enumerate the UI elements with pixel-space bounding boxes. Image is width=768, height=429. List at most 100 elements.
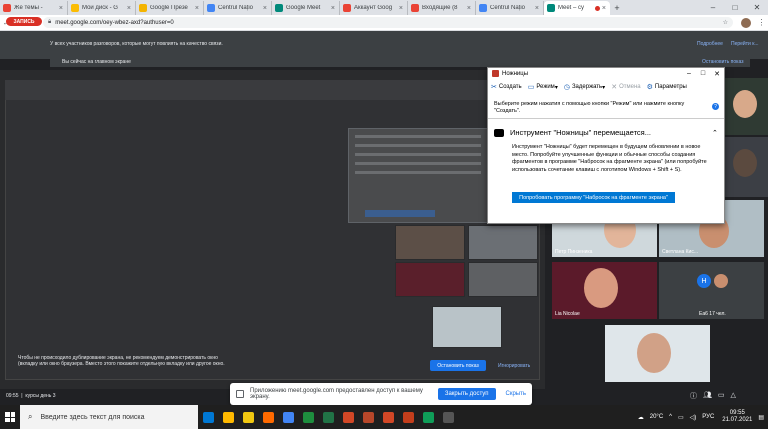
app-icon xyxy=(222,411,234,423)
snip-notice-heading: Инструмент "Ножницы" перемещается... xyxy=(494,128,651,137)
help-icon[interactable]: ? xyxy=(712,103,719,110)
notifications-icon[interactable]: ▤ xyxy=(758,414,764,421)
taskbar-app-icon[interactable] xyxy=(318,405,338,429)
close-tab-icon[interactable]: × xyxy=(331,5,335,12)
try-snip-sketch-button[interactable]: Попробовать программу "Набросок на фрагм… xyxy=(512,192,675,203)
browser-tab[interactable]: Же темы - × xyxy=(0,1,68,15)
new-tab-button[interactable]: + xyxy=(610,1,624,15)
close-window-icon[interactable]: ✕ xyxy=(710,70,724,78)
participant-avatar-photo xyxy=(714,274,728,288)
close-tab-icon[interactable]: × xyxy=(127,5,131,12)
browser-tab[interactable]: Входящие (8 × xyxy=(408,1,476,15)
toolbar-label: Параметры xyxy=(654,84,687,90)
weather-icon[interactable]: ☁ xyxy=(638,414,644,421)
activities-icon[interactable]: △ xyxy=(731,391,736,401)
browser-tab[interactable]: Аккаунт Goog × xyxy=(340,1,408,15)
taskbar-app-icon[interactable] xyxy=(398,405,418,429)
app-icon xyxy=(362,411,374,423)
slides-favicon-icon xyxy=(139,4,147,12)
app-icon xyxy=(202,411,214,423)
browser-tab[interactable]: Google Презе × xyxy=(136,1,204,15)
cancel-button[interactable]: ✕ Отмена xyxy=(611,83,640,91)
presenting-banner xyxy=(50,57,750,67)
snip-heading-text: Инструмент "Ножницы" перемещается... xyxy=(510,128,651,137)
banner-link-go[interactable]: Перейти к... xyxy=(731,41,759,47)
screen-share-notice: Приложению meet.google.com предоставлен … xyxy=(230,383,532,405)
tray-chevron-icon[interactable]: ^ xyxy=(669,414,672,420)
app-icon xyxy=(242,411,254,423)
mirror-line xyxy=(355,135,481,138)
close-tab-icon[interactable]: × xyxy=(195,5,199,12)
close-tab-icon[interactable]: × xyxy=(467,5,471,12)
close-tab-icon[interactable]: × xyxy=(399,5,403,12)
volume-icon[interactable]: ◁) xyxy=(690,414,697,421)
chat-icon[interactable]: ▭ xyxy=(718,391,725,401)
language-indicator[interactable]: РУС xyxy=(702,414,714,420)
browser-tab[interactable]: Google Meet × xyxy=(272,1,340,15)
ignore-link[interactable]: Игнорировать xyxy=(498,363,530,369)
temperature[interactable]: 20°C xyxy=(650,414,663,420)
options-button[interactable]: ⚙ Параметры xyxy=(647,83,687,91)
taskbar-app-icon[interactable] xyxy=(278,405,298,429)
stop-presenting-button[interactable]: Остановить показ xyxy=(430,360,486,371)
url-input[interactable]: 🔒︎ meet.google.com/oey-wbez-axd?authuser… xyxy=(43,17,733,28)
taskbar-search-box[interactable]: ⌕ Введите здесь текст для поиска xyxy=(20,405,198,429)
close-tab-icon[interactable]: × xyxy=(59,5,63,12)
app-icon xyxy=(262,411,274,423)
participant-tile[interactable] xyxy=(723,78,768,135)
taskbar-app-icon[interactable] xyxy=(358,405,378,429)
info-icon[interactable]: ⓘ xyxy=(690,391,697,401)
bookmark-star-icon[interactable]: ☆ xyxy=(723,19,728,26)
clock[interactable]: 09:55 21.07.2021 xyxy=(722,410,752,424)
start-button[interactable] xyxy=(0,405,20,429)
cancel-icon: ✕ xyxy=(611,84,618,91)
taskbar-app-icon[interactable] xyxy=(438,405,458,429)
mode-button[interactable]: ▭ Режим ▾ xyxy=(528,83,558,91)
participant-tile[interactable] xyxy=(723,137,768,197)
clock-time: 09:55 xyxy=(729,410,745,416)
taskbar-app-icon[interactable] xyxy=(218,405,238,429)
taskbar-app-icon[interactable] xyxy=(378,405,398,429)
close-window-icon[interactable]: ✕ xyxy=(746,0,768,15)
taskbar-app-icon[interactable] xyxy=(198,405,218,429)
new-snip-button[interactable]: ✂ Создать xyxy=(491,83,522,91)
banner-link-more[interactable]: Подробнее xyxy=(697,41,723,47)
meeting-title: курсы день 3 xyxy=(25,393,56,399)
maximize-icon[interactable]: □ xyxy=(724,0,746,15)
taskbar-app-icon[interactable] xyxy=(258,405,278,429)
people-icon[interactable]: 👥︎ xyxy=(703,391,712,401)
minimize-icon[interactable]: – xyxy=(702,0,724,15)
profile-avatar[interactable] xyxy=(741,17,751,28)
close-tab-icon[interactable]: × xyxy=(263,5,267,12)
tab-label: Мой диск - G xyxy=(82,5,118,11)
hide-notice-button[interactable]: Скрыть xyxy=(506,391,526,397)
close-tab-icon[interactable]: × xyxy=(602,5,606,12)
browser-tab-active[interactable]: Meet – су × xyxy=(544,1,610,15)
taskbar-app-icon[interactable] xyxy=(338,405,358,429)
taskbar-app-icon[interactable] xyxy=(298,405,318,429)
presenting-banner-text: Вы сейчас на главном экране xyxy=(62,59,131,65)
stop-presenting-link[interactable]: Остановить показ xyxy=(702,59,743,65)
maximize-icon[interactable]: □ xyxy=(696,70,710,78)
record-button[interactable]: ЗАПИСЬ xyxy=(6,17,42,26)
taskbar-app-icon[interactable] xyxy=(238,405,258,429)
close-tab-icon[interactable]: × xyxy=(535,5,539,12)
self-view-tile[interactable] xyxy=(605,325,710,382)
participant-tile[interactable]: Lia Nicolae xyxy=(552,262,657,319)
menu-kebab-icon[interactable]: ⋮ xyxy=(755,16,768,29)
snip-notice-body: Инструмент "Ножницы" будет перемещен в б… xyxy=(512,144,707,173)
delay-button[interactable]: ◷ Задержать ▾ xyxy=(564,83,605,91)
browser-tab[interactable]: Centrul Națio × xyxy=(204,1,272,15)
app-icon xyxy=(302,411,314,423)
app-icon xyxy=(442,411,454,423)
stop-sharing-button[interactable]: Закрыть доступ xyxy=(437,388,496,400)
network-icon[interactable]: ▭ xyxy=(678,414,684,421)
participant-tile[interactable]: Н Ea6 17 чел. xyxy=(659,262,764,319)
browser-tab[interactable]: Мой диск - G × xyxy=(68,1,136,15)
taskbar-app-icon[interactable] xyxy=(418,405,438,429)
collapse-chevron-icon[interactable]: ⌃ xyxy=(712,129,718,137)
windows-logo-icon xyxy=(5,412,15,422)
browser-tab[interactable]: Centrul Națio × xyxy=(476,1,544,15)
mirror-line xyxy=(355,153,481,156)
minimize-icon[interactable]: – xyxy=(682,70,696,78)
